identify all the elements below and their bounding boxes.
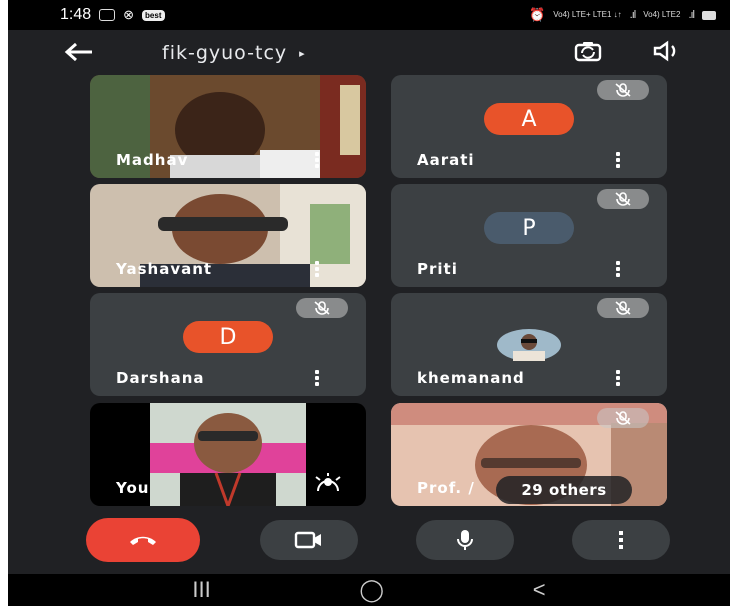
signal-1-icon: .ıl	[629, 9, 636, 21]
status-bar: 1:48 ⊗ best ⏰ Vo4) LTE+ LTE1 ↓↑ .ıl Vo4)…	[8, 0, 730, 30]
network-1-label: Vo4) LTE+ LTE1 ↓↑	[553, 10, 622, 19]
participant-name: Darshana	[116, 369, 205, 387]
others-count-pill[interactable]: 29 others	[496, 476, 632, 504]
camera-toggle-button[interactable]	[260, 520, 358, 560]
self-video-feed	[150, 403, 306, 506]
participant-name: Yashavant	[116, 260, 213, 278]
back-arrow-icon[interactable]	[64, 37, 104, 69]
microphone-toggle-button[interactable]	[416, 520, 514, 560]
participant-name: You	[116, 479, 150, 497]
participant-tile-darshana[interactable]: D Darshana	[90, 293, 366, 396]
participant-avatar: D	[183, 321, 273, 353]
more-options-icon[interactable]	[314, 152, 320, 168]
participant-avatar: P	[484, 212, 574, 244]
mic-muted-icon	[296, 298, 348, 318]
end-call-button[interactable]	[86, 518, 200, 562]
participant-tile-priti[interactable]: P Priti	[391, 184, 667, 287]
more-options-icon[interactable]	[615, 152, 621, 168]
more-options-icon[interactable]	[615, 261, 621, 277]
meeting-top-bar: fik-gyuo-tcy ▸	[8, 30, 730, 76]
meeting-info-caret-icon[interactable]: ▸	[299, 47, 305, 60]
participant-tile-you[interactable]: You	[90, 403, 366, 506]
more-options-icon[interactable]	[314, 261, 320, 277]
camera-icon	[294, 531, 321, 549]
switch-camera-icon[interactable]	[574, 40, 602, 62]
top-actions	[574, 40, 682, 62]
mic-muted-icon	[597, 298, 649, 318]
home-icon[interactable]: ◯	[359, 577, 384, 603]
participant-name: Priti	[417, 260, 458, 278]
background-effects-icon[interactable]	[314, 473, 342, 498]
participant-name: Aarati	[417, 151, 475, 169]
participant-name: Madhav	[116, 151, 189, 169]
phone-screen: 1:48 ⊗ best ⏰ Vo4) LTE+ LTE1 ↓↑ .ıl Vo4)…	[8, 0, 730, 606]
status-left: 1:48 ⊗ best	[60, 6, 165, 24]
participant-tile-khemanand[interactable]: khemanand	[391, 293, 667, 396]
message-icon	[99, 9, 116, 21]
more-vert-icon	[619, 531, 623, 549]
participant-avatar: A	[484, 103, 574, 135]
call-controls	[8, 518, 730, 568]
meeting-code[interactable]: fik-gyuo-tcy	[162, 42, 287, 64]
speaker-icon[interactable]	[652, 40, 682, 62]
network-2-label: Vo4) LTE2	[643, 10, 681, 19]
participant-name: Prof. /	[417, 479, 475, 497]
mic-muted-icon	[597, 408, 649, 428]
whatsapp-icon: ⊗	[123, 7, 135, 22]
alarm-icon: ⏰	[529, 7, 546, 22]
more-options-icon[interactable]	[615, 370, 621, 386]
recent-apps-icon[interactable]: III	[192, 577, 210, 603]
back-nav-icon[interactable]: <	[533, 577, 546, 603]
more-options-icon[interactable]	[314, 370, 320, 386]
battery-icon	[702, 10, 716, 20]
microphone-icon	[457, 530, 473, 550]
more-options-button[interactable]	[572, 520, 670, 560]
participant-profile-photo	[497, 329, 561, 361]
status-time: 1:48	[60, 6, 92, 23]
mic-muted-icon	[597, 189, 649, 209]
signal-2-icon: .ıl	[688, 9, 694, 21]
hangup-icon	[130, 536, 156, 545]
android-nav-bar: III ◯ <	[8, 574, 730, 606]
mic-muted-icon	[597, 80, 649, 100]
participant-tile-aarati[interactable]: A Aarati	[391, 75, 667, 178]
participant-tile-yashavant[interactable]: Yashavant	[90, 184, 366, 287]
participant-tile-madhav[interactable]: Madhav	[90, 75, 366, 178]
participant-name: khemanand	[417, 369, 525, 387]
status-right: ⏰ Vo4) LTE+ LTE1 ↓↑ .ıl Vo4) LTE2 .ıl	[529, 7, 716, 23]
notification-badge: best	[142, 9, 165, 21]
